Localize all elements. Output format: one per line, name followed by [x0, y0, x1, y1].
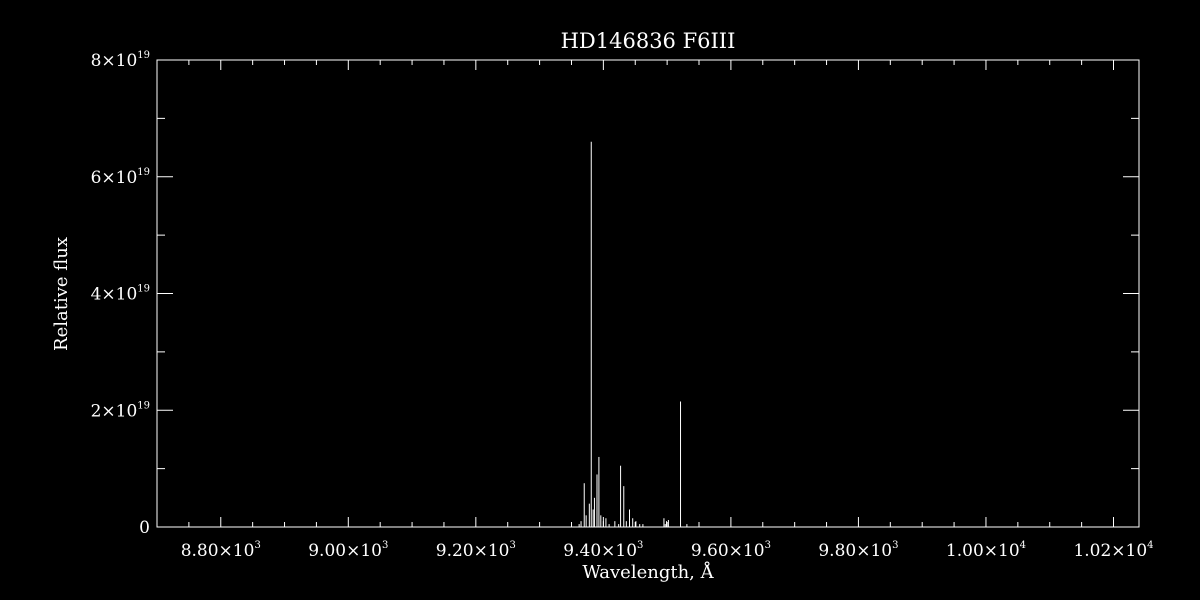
spectrum-series [578, 141, 688, 527]
y-tick-label: 0 [139, 518, 150, 538]
chart-title: HD146836 F6III [561, 29, 736, 53]
x-tick-label: 9.80×103 [818, 540, 898, 561]
y-tick-label: 8×1019 [91, 50, 150, 71]
x-tick-label: 1.00×104 [946, 540, 1026, 561]
x-tick-label: 9.20×103 [436, 540, 516, 561]
x-axis-label: Wavelength, Å [582, 561, 714, 583]
spectrum-chart: HD146836 F6III Wavelength, Å Relative fl… [51, 29, 1154, 583]
x-tick-labels: 8.80×103 9.00×103 9.20×103 9.40×103 9.60×103… [181, 540, 1154, 561]
x-tick-label: 9.00×103 [308, 540, 388, 561]
plot-frame [156, 59, 1140, 528]
x-tick-label: 8.80×103 [181, 540, 261, 561]
y-tick-label: 2×1019 [91, 400, 150, 421]
x-tick-label: 9.40×103 [563, 540, 643, 561]
x-tick-label: 1.02×104 [1073, 540, 1153, 561]
y-tick-label: 4×1019 [91, 284, 150, 305]
y-tick-label: 6×1019 [91, 167, 150, 188]
x-tick-label: 9.60×103 [691, 540, 771, 561]
y-tick-labels: 0 2×1019 4×1019 6×1019 8×1019 [91, 50, 150, 538]
axis-ticks [156, 59, 1139, 528]
y-axis-label: Relative flux [51, 237, 72, 351]
